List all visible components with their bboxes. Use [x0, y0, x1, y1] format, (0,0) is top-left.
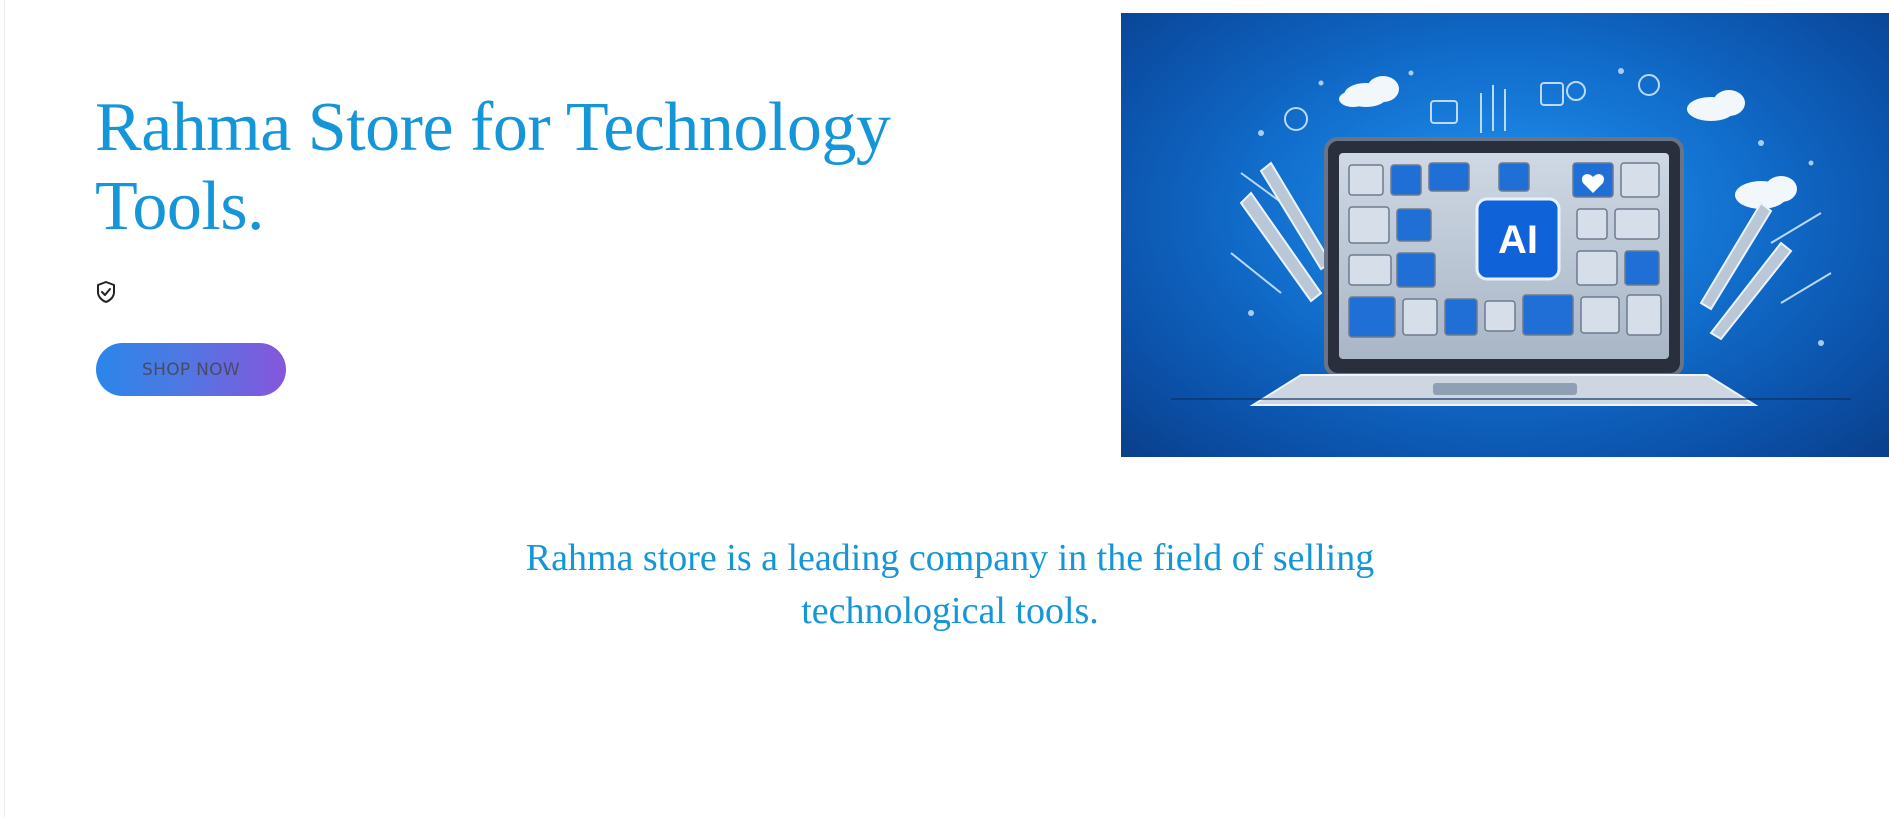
page: Rahma Store for Technology Tools. SHOP N… — [0, 0, 1889, 817]
hero-illustration: AI — [1121, 13, 1889, 457]
shop-now-button[interactable]: SHOP NOW — [96, 343, 286, 396]
about-tagline: Rahma store is a leading company in the … — [525, 537, 1375, 632]
ai-label: AI — [1498, 218, 1538, 262]
page-border — [4, 0, 5, 817]
hero-title: Rahma Store for Technology Tools. — [95, 89, 891, 245]
shield-check-icon — [95, 280, 117, 304]
